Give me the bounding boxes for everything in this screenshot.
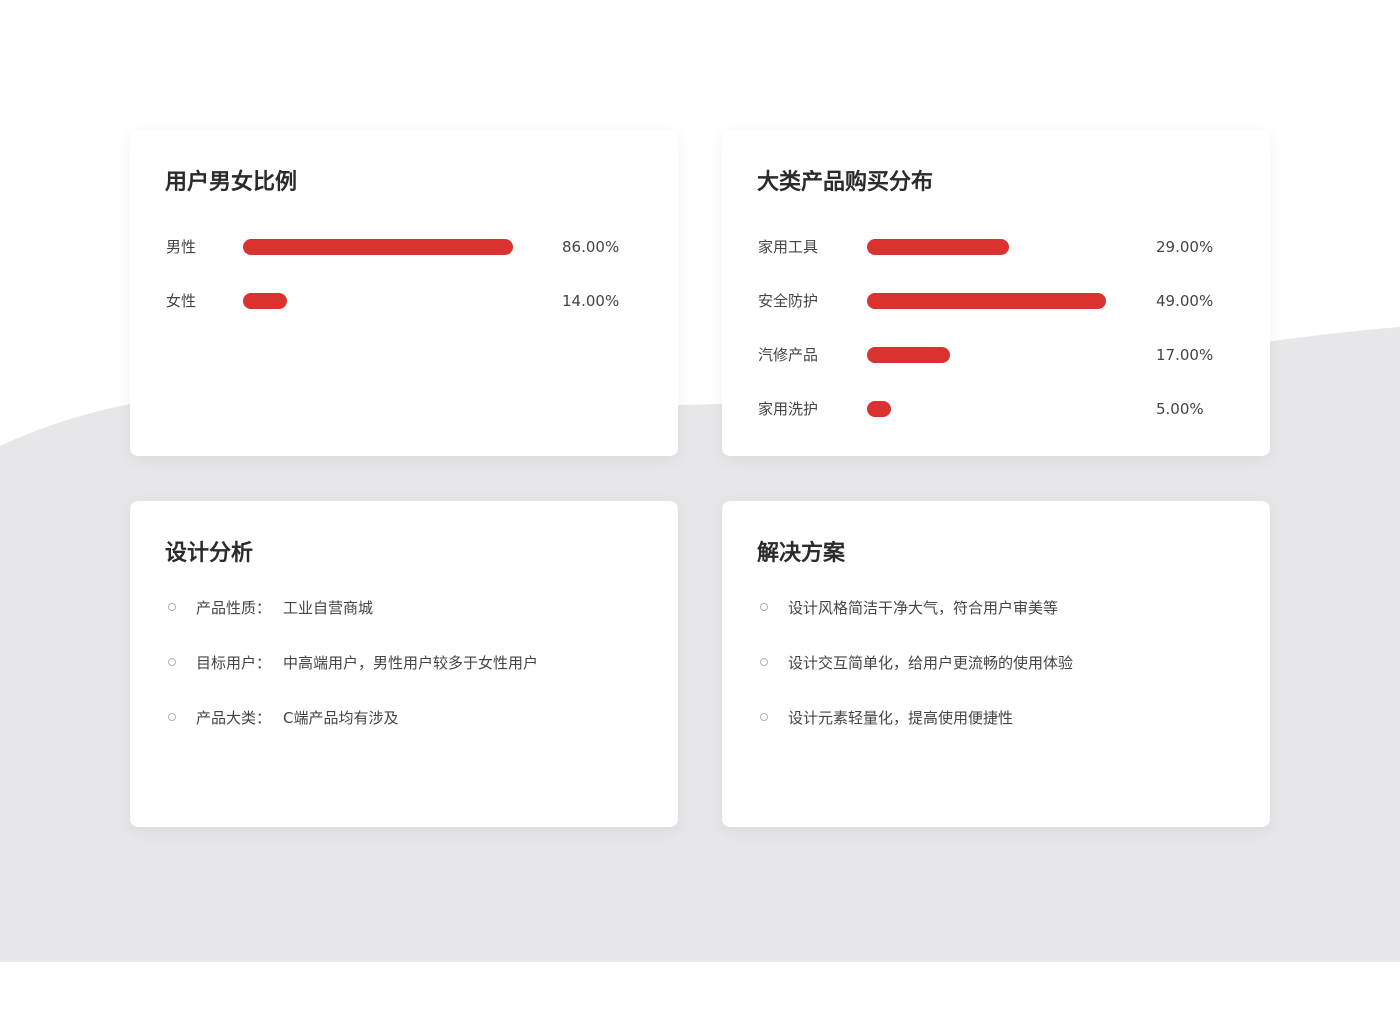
list-item-label: 目标用户： bbox=[196, 654, 272, 672]
bullet-circle-icon bbox=[760, 713, 768, 721]
bar-fill bbox=[867, 239, 1009, 255]
bullet-circle-icon bbox=[760, 603, 768, 611]
bar-value-label: 29.00% bbox=[1156, 238, 1214, 256]
list-item-label: 产品大类： bbox=[196, 709, 272, 727]
bar-track bbox=[867, 239, 1355, 255]
bullet-circle-icon bbox=[168, 713, 176, 721]
bar-fill bbox=[867, 293, 1107, 309]
bar-fill bbox=[867, 401, 892, 417]
bar-fill bbox=[243, 239, 514, 255]
bar-row: 家用洗护 5.00% bbox=[722, 399, 1270, 419]
list-item-text: 产品性质： 工业自营商城 bbox=[196, 597, 373, 619]
bar-value-label: 86.00% bbox=[562, 238, 620, 256]
bar-value-label: 5.00% bbox=[1156, 400, 1204, 418]
bar-row: 安全防护 49.00% bbox=[722, 291, 1270, 311]
solution-title: 解决方案 bbox=[757, 541, 846, 566]
bar-category-label: 家用洗护 bbox=[758, 400, 819, 418]
bar-fill bbox=[243, 293, 287, 309]
gender-ratio-card: 用户男女比例 男性 86.00% 女性 14.00% bbox=[130, 130, 678, 456]
list-item-text: 设计风格简洁干净大气，符合用户审美等 bbox=[788, 599, 1059, 617]
list-item-text: 设计元素轻量化，提高使用便捷性 bbox=[788, 709, 1014, 727]
list-item-text: 目标用户： 中高端用户，男性用户较多于女性用户 bbox=[196, 652, 538, 674]
design-analysis-card: 设计分析 产品性质： 工业自营商城 目标用户： 中高端用户，男性用户较多于女性用户 … bbox=[130, 501, 678, 827]
bar-track bbox=[867, 347, 1355, 363]
list-item-text: 产品大类： C端产品均有涉及 bbox=[196, 707, 399, 729]
bar-category-label: 汽修产品 bbox=[758, 346, 819, 364]
bar-fill bbox=[867, 347, 950, 363]
list-item-value: C端产品均有涉及 bbox=[283, 709, 399, 727]
bar-category-label: 家用工具 bbox=[758, 238, 819, 256]
list-item-value: 工业自营商城 bbox=[283, 599, 374, 617]
bar-row: 汽修产品 17.00% bbox=[722, 345, 1270, 365]
bar-track bbox=[867, 401, 1355, 417]
bar-value-label: 17.00% bbox=[1156, 346, 1214, 364]
bar-value-label: 14.00% bbox=[562, 292, 620, 310]
design-analysis-title: 设计分析 bbox=[165, 541, 254, 566]
bar-category-label: 男性 bbox=[166, 238, 197, 256]
bar-row: 家用工具 29.00% bbox=[722, 237, 1270, 257]
bar-track bbox=[243, 239, 557, 255]
list-item-text: 设计交互简单化，给用户更流畅的使用体验 bbox=[788, 654, 1074, 672]
bar-track bbox=[867, 293, 1355, 309]
gender-ratio-title: 用户男女比例 bbox=[165, 170, 298, 195]
category-distribution-title: 大类产品购买分布 bbox=[757, 170, 934, 195]
solution-card: 解决方案 设计风格简洁干净大气，符合用户审美等 设计交互简单化，给用户更流畅的使… bbox=[722, 501, 1270, 827]
bar-category-label: 安全防护 bbox=[758, 292, 819, 310]
bar-category-label: 女性 bbox=[166, 292, 197, 310]
bar-value-label: 49.00% bbox=[1156, 292, 1214, 310]
list-item-label: 产品性质： bbox=[196, 599, 272, 617]
category-distribution-card: 大类产品购买分布 家用工具 29.00% 安全防护 49.00% 汽修产品 17.00% 家… bbox=[722, 130, 1270, 456]
list-item-value: 中高端用户，男性用户较多于女性用户 bbox=[283, 654, 539, 672]
bar-track bbox=[243, 293, 557, 309]
bullet-circle-icon bbox=[760, 658, 768, 666]
bar-row: 女性 14.00% bbox=[130, 291, 678, 311]
bar-row: 男性 86.00% bbox=[130, 237, 678, 257]
bullet-circle-icon bbox=[168, 603, 176, 611]
bullet-circle-icon bbox=[168, 658, 176, 666]
